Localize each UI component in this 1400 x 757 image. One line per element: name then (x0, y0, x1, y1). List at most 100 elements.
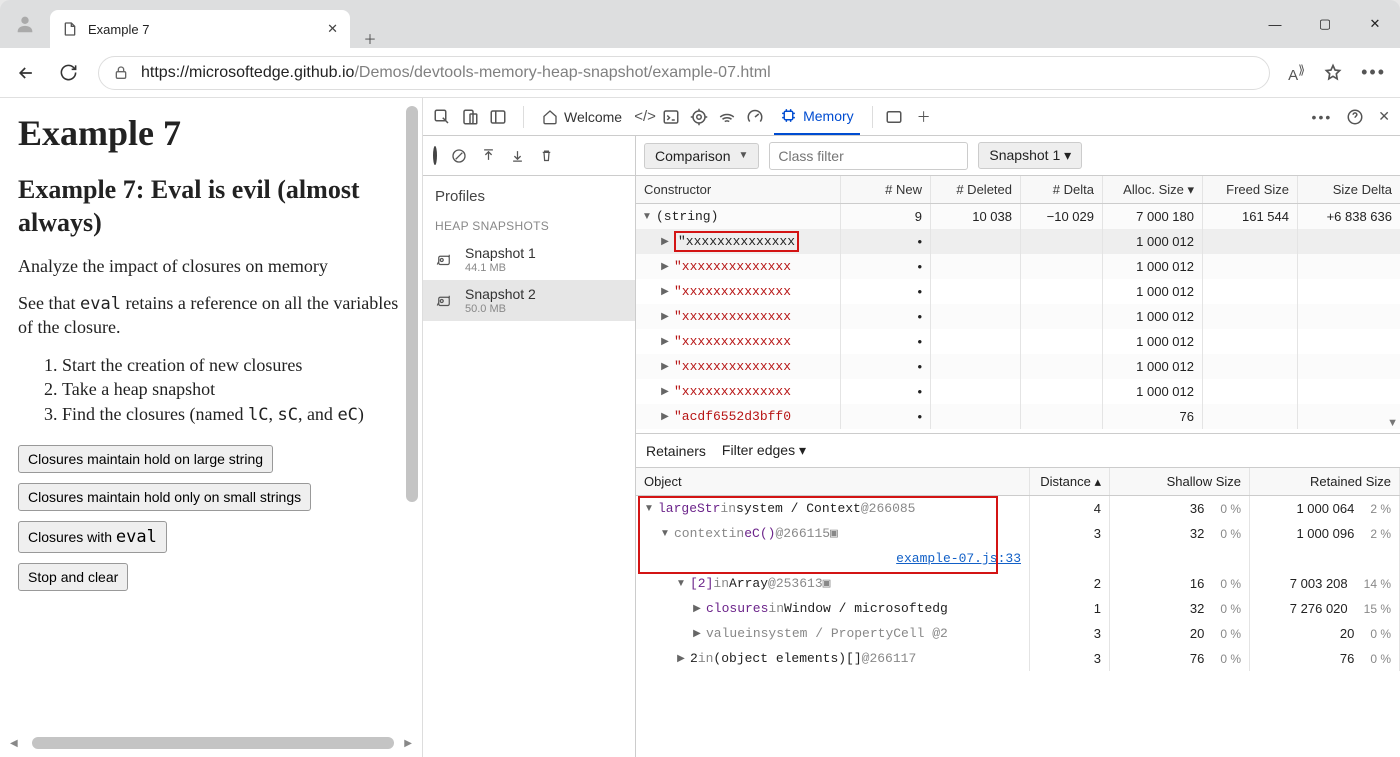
col-alloc[interactable]: Alloc. Size ▾ (1103, 176, 1203, 203)
step-2: Take a heap snapshot (62, 377, 404, 401)
address-bar-row: https://microsoftedge.github.io /Demos/d… (0, 48, 1400, 98)
close-window-button[interactable]: ✕ (1350, 0, 1400, 48)
col-new[interactable]: # New (841, 176, 931, 203)
titlebar: Example 7 ✕ ＋ — ▢ ✕ (0, 0, 1400, 48)
devtools-tabs: Welcome </> Memory ＋ ••• ✕ (423, 98, 1400, 136)
snapshot-item-1[interactable]: Snapshot 1 44.1 MB (423, 239, 635, 280)
step-3: Find the closures (named lC, sC, and eC) (62, 402, 404, 427)
devtools-more-icon[interactable]: ••• (1312, 109, 1333, 125)
col-freed[interactable]: Freed Size (1203, 176, 1298, 203)
page-steps: Start the creation of new closures Take … (62, 353, 404, 427)
constructors-table: Constructor # New # Deleted # Delta Allo… (636, 176, 1400, 434)
view-mode-dropdown[interactable]: Comparison▼ (644, 143, 759, 169)
inspect-icon[interactable] (433, 108, 455, 126)
col-object[interactable]: Object (636, 468, 1030, 495)
page-hscrollbar[interactable]: ◀▶ (10, 737, 412, 749)
tab-memory[interactable]: Memory (774, 98, 860, 135)
btn-large-string[interactable]: Closures maintain hold on large string (18, 445, 273, 473)
retainers-tab[interactable]: Retainers (646, 443, 706, 459)
memory-main: Comparison▼ Snapshot 1 ▾ Constructor # N… (636, 136, 1400, 757)
minimize-button[interactable]: — (1250, 0, 1300, 48)
read-aloud-icon[interactable]: A⟫ (1288, 62, 1305, 84)
table-header[interactable]: Constructor # New # Deleted # Delta Allo… (636, 176, 1400, 204)
table-row[interactable]: ▶"xxxxxxxxxxxxxx•1 000 012 (636, 254, 1400, 279)
refresh-button[interactable] (56, 63, 80, 82)
retainer-row[interactable]: ▼[2] in Array @253613 ▣2160 %7 003 20814… (636, 571, 1400, 596)
download-icon[interactable] (510, 148, 525, 163)
profiles-toolbar (423, 136, 635, 176)
col-sizedelta[interactable]: Size Delta (1298, 176, 1400, 203)
col-distance[interactable]: Distance ▴ (1030, 468, 1110, 495)
snapshot-icon (435, 251, 455, 269)
col-retained[interactable]: Retained Size (1250, 468, 1400, 495)
profiles-pane: Profiles HEAP SNAPSHOTS Snapshot 1 44.1 … (423, 136, 636, 757)
class-filter-input[interactable] (769, 142, 968, 170)
step-1: Start the creation of new closures (62, 353, 404, 377)
performance-icon[interactable] (746, 108, 768, 126)
more-menu-icon[interactable]: ••• (1361, 62, 1386, 83)
devtools-help-icon[interactable] (1346, 108, 1364, 126)
elements-icon[interactable]: </> (634, 108, 656, 125)
baseline-dropdown[interactable]: Snapshot 1 ▾ (978, 142, 1082, 169)
col-delta[interactable]: # Delta (1021, 176, 1103, 203)
filter-edges-dropdown[interactable]: Filter edges ▾ (722, 442, 806, 459)
page-h2: Example 7: Eval is evil (almost always) (18, 174, 404, 239)
table-row[interactable]: ▶"xxxxxxxxxxxxxx•1 000 012 (636, 304, 1400, 329)
record-icon[interactable] (433, 148, 437, 163)
table-row[interactable]: ▶"xxxxxxxxxxxxxx•1 000 012 (636, 279, 1400, 304)
url-path: /Demos/devtools-memory-heap-snapshot/exa… (354, 64, 770, 82)
dock-icon[interactable] (489, 108, 511, 126)
drawer-icon[interactable] (885, 108, 907, 126)
retainers-bar: Retainers Filter edges ▾ (636, 434, 1400, 468)
table-row[interactable]: ▶"xxxxxxxxxxxxxx•1 000 012 (636, 354, 1400, 379)
favorite-icon[interactable] (1323, 63, 1343, 83)
page-vscrollbar[interactable] (406, 106, 418, 725)
col-constructor[interactable]: Constructor (636, 176, 841, 203)
table-row[interactable]: ▶"acdf6552d3bff0•76 (636, 404, 1400, 429)
back-button[interactable] (14, 63, 38, 83)
btn-small-strings[interactable]: Closures maintain hold only on small str… (18, 483, 311, 511)
console-icon[interactable] (662, 108, 684, 126)
upload-icon[interactable] (481, 148, 496, 163)
maximize-button[interactable]: ▢ (1300, 0, 1350, 48)
col-shallow[interactable]: Shallow Size (1110, 468, 1250, 495)
site-info-icon[interactable] (113, 64, 129, 82)
col-deleted[interactable]: # Deleted (931, 176, 1021, 203)
new-tab-button[interactable]: ＋ (350, 29, 390, 48)
page-content: Example 7 Example 7: Eval is evil (almos… (0, 98, 422, 757)
table-row[interactable]: ▼(string)910 038−10 0297 000 180161 544+… (636, 204, 1400, 229)
clear-icon[interactable] (451, 148, 467, 164)
retainer-row[interactable]: ▼largeStr in system / Context @266085436… (636, 496, 1400, 521)
snapshot-item-2[interactable]: Snapshot 2 50.0 MB (423, 280, 635, 321)
tab-close-icon[interactable]: ✕ (327, 21, 338, 37)
browser-tab-active[interactable]: Example 7 ✕ (50, 10, 350, 48)
tab-welcome[interactable]: Welcome (536, 98, 628, 135)
table-row[interactable]: ▶"xxxxxxxxxxxxxx•1 000 012 (636, 379, 1400, 404)
tab-title: Example 7 (88, 22, 149, 37)
retainer-row[interactable]: example-07.js:33 (636, 546, 1400, 571)
table-row[interactable]: ▶"xxxxxxxxxxxxxx•1 000 012 (636, 229, 1400, 254)
table-scroll-indicator[interactable]: ▼ (1387, 417, 1398, 429)
retainer-row[interactable]: ▶2 in (object elements)[] @2661173760 %7… (636, 646, 1400, 671)
gc-icon[interactable] (539, 148, 554, 163)
btn-eval[interactable]: Closures with eval (18, 521, 167, 553)
url-bar[interactable]: https://microsoftedge.github.io /Demos/d… (98, 56, 1270, 90)
retainers-header[interactable]: Object Distance ▴ Shallow Size Retained … (636, 468, 1400, 496)
device-icon[interactable] (461, 108, 483, 126)
profiles-title: Profiles (423, 176, 635, 213)
retainer-row[interactable]: ▼context in eC() @266115 ▣3320 %1 000 09… (636, 521, 1400, 546)
sources-icon[interactable] (690, 108, 712, 126)
retainers-table: Object Distance ▴ Shallow Size Retained … (636, 468, 1400, 757)
retainer-row[interactable]: ▶value in system / PropertyCell @23200 %… (636, 621, 1400, 646)
add-tab-icon[interactable]: ＋ (913, 107, 935, 127)
devtools: Welcome </> Memory ＋ ••• ✕ (422, 98, 1400, 757)
url-host: https://microsoftedge.github.io (141, 64, 354, 82)
profile-avatar-icon[interactable] (0, 0, 50, 48)
retainer-row[interactable]: ▶closures in Window / microsoftedg1320 %… (636, 596, 1400, 621)
devtools-close-icon[interactable]: ✕ (1378, 108, 1390, 125)
table-row[interactable]: ▶"xxxxxxxxxxxxxx•1 000 012 (636, 329, 1400, 354)
heap-section-label: HEAP SNAPSHOTS (423, 213, 635, 239)
btn-stop-clear[interactable]: Stop and clear (18, 563, 128, 591)
network-icon[interactable] (718, 108, 740, 126)
page-h1: Example 7 (18, 112, 404, 154)
